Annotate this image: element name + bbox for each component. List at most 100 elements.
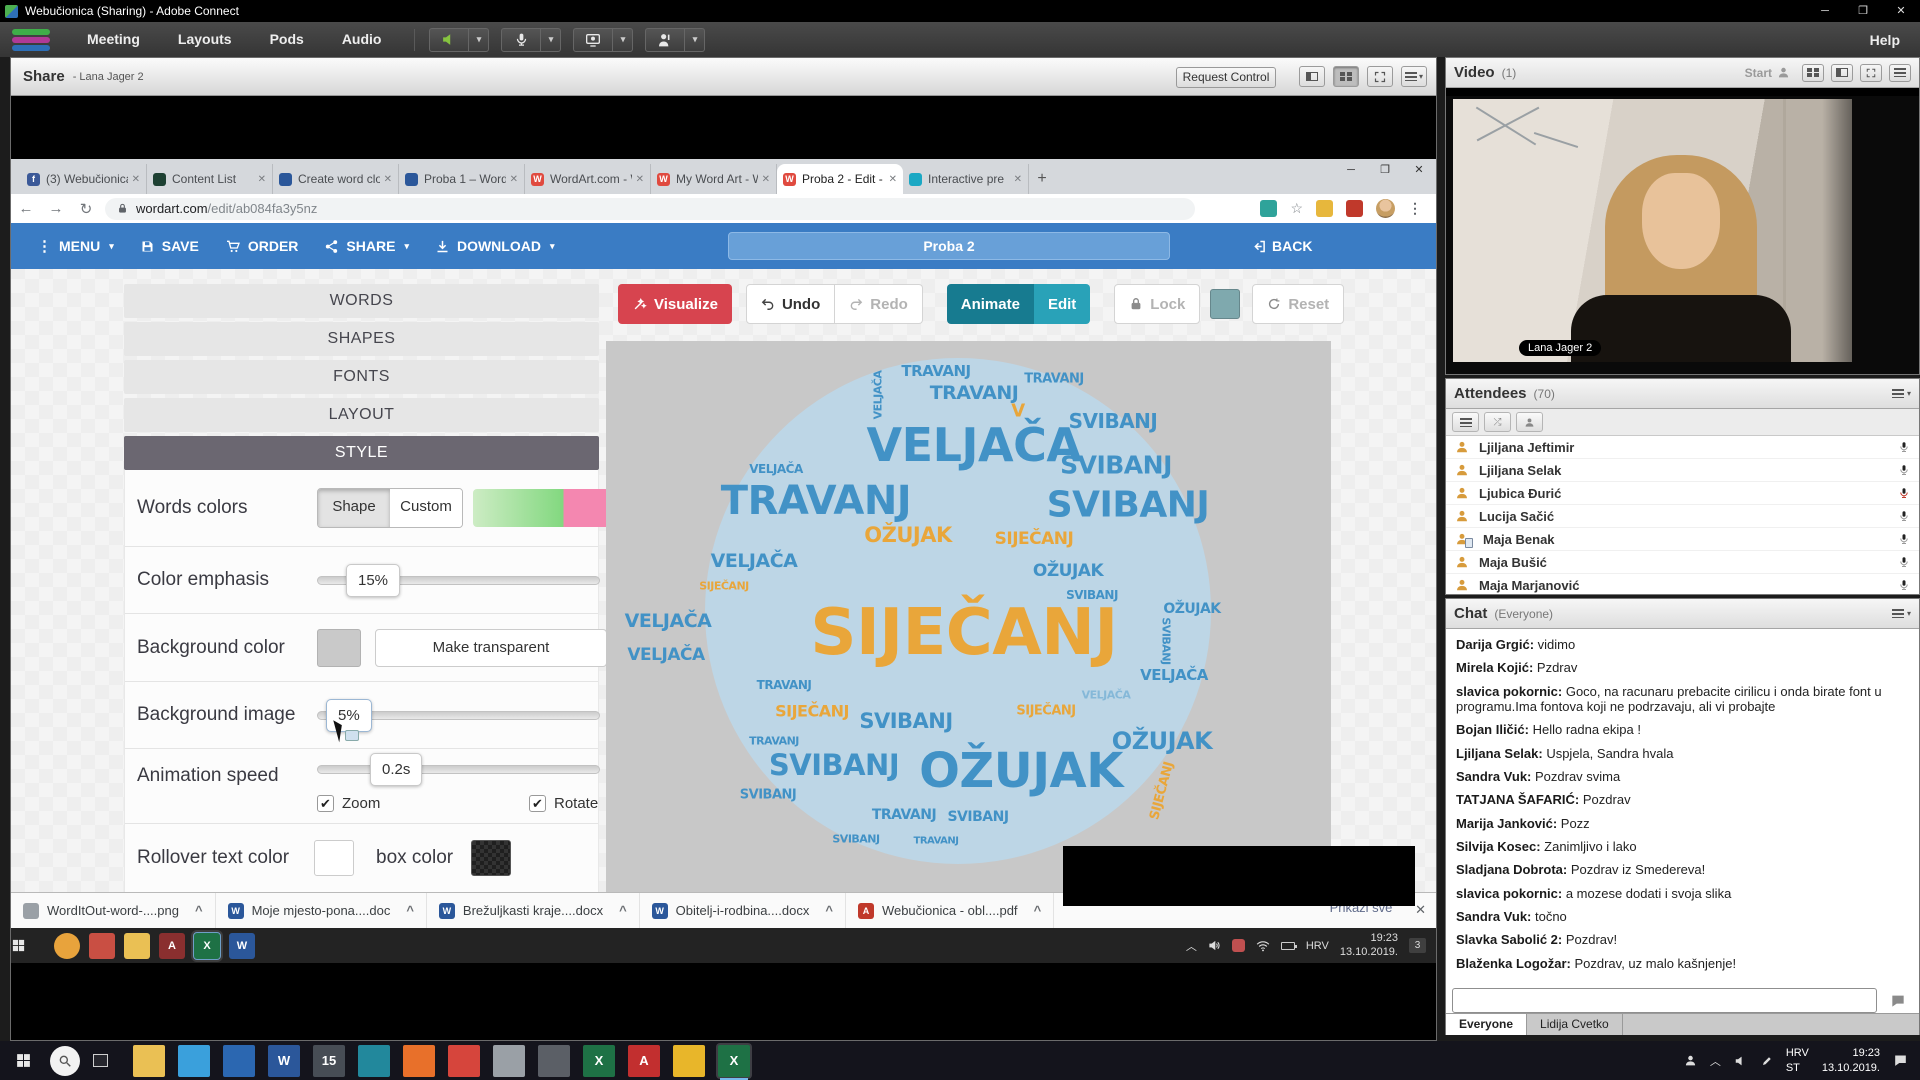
browser-restore-button[interactable]: ❐ — [1368, 159, 1402, 181]
redo-button[interactable]: Redo — [835, 284, 923, 324]
photos-shared-taskbar-icon[interactable] — [89, 933, 115, 959]
attendee-row[interactable]: Maja Marjanović — [1446, 574, 1919, 594]
app-teal-taskbar-icon[interactable] — [358, 1045, 390, 1077]
shared-tray-app-icon[interactable] — [1232, 939, 1245, 952]
downloads-bar-close-icon[interactable]: ✕ — [1415, 902, 1426, 918]
attendee-row[interactable]: Ljiljana Selak — [1446, 459, 1919, 482]
excel-active-taskbar-icon[interactable]: X — [718, 1045, 750, 1077]
taskbar-clock[interactable]: 19:23 13.10.2019. — [1822, 1046, 1880, 1075]
download-item[interactable]: WMoje mjesto-pona....doc^ — [216, 893, 427, 928]
tab-shapes[interactable]: SHAPES — [124, 322, 599, 356]
forward-icon[interactable]: → — [41, 200, 71, 217]
bookmark-star-icon[interactable]: ☆ — [1290, 200, 1303, 217]
chrome-taskbar-icon[interactable] — [673, 1045, 705, 1077]
attendee-mic-icon[interactable] — [1898, 556, 1910, 568]
menu-audio[interactable]: Audio — [323, 22, 401, 57]
download-item[interactable]: WBrežuljkasti kraje....docx^ — [427, 893, 640, 928]
zoom-checkbox[interactable]: ✔ Zoom — [317, 795, 380, 812]
attendee-mic-muted-icon[interactable] — [1898, 487, 1910, 499]
word-taskbar-icon[interactable]: W — [268, 1045, 300, 1077]
video-grid-icon[interactable] — [1802, 64, 1824, 82]
password-key-icon[interactable] — [1316, 200, 1333, 217]
task-view-button[interactable] — [80, 1054, 120, 1067]
excel-taskbar-icon[interactable]: X — [583, 1045, 615, 1077]
edit-button[interactable]: Edit — [1034, 284, 1090, 324]
browser-menu-icon[interactable]: ⋮ — [1408, 200, 1422, 217]
opera-taskbar-icon[interactable] — [448, 1045, 480, 1077]
reset-button[interactable]: Reset — [1252, 284, 1344, 324]
attendee-breakout-icon[interactable]: ⤮ — [1484, 412, 1511, 432]
menu-pods[interactable]: Pods — [251, 22, 323, 57]
browser-tab[interactable]: WProba 2 - Edit - W✕ — [777, 164, 903, 194]
color-emphasis-slider[interactable]: 15% — [317, 576, 600, 585]
browser-profile-avatar[interactable] — [1376, 199, 1395, 218]
new-tab-button[interactable]: + — [1029, 166, 1055, 192]
menu-layouts[interactable]: Layouts — [159, 22, 251, 57]
raise-hand-dropdown[interactable]: ▾ — [685, 28, 705, 52]
attendee-row[interactable]: Maja Bušić — [1446, 551, 1919, 574]
attendee-mic-icon[interactable] — [1898, 441, 1910, 453]
shared-tray-chevron-icon[interactable]: ︿ — [1186, 938, 1197, 954]
window-minimize-button[interactable]: ─ — [1806, 0, 1844, 22]
project-title-field[interactable]: Proba 2 — [728, 232, 1170, 260]
webcam-dropdown[interactable]: ▾ — [613, 28, 633, 52]
acrobat-shared-taskbar-icon[interactable]: A — [159, 933, 185, 959]
tab-close-icon[interactable]: ✕ — [132, 174, 140, 185]
acrobat-taskbar-icon[interactable]: A — [628, 1045, 660, 1077]
download-chevron-icon[interactable]: ^ — [825, 903, 833, 918]
attendee-list-view-icon[interactable] — [1452, 412, 1479, 432]
file-explorer-shared-taskbar-icon[interactable] — [124, 933, 150, 959]
tab-close-icon[interactable]: ✕ — [762, 174, 770, 185]
tray-pen-icon[interactable] — [1761, 1055, 1773, 1067]
browser-tab[interactable]: f(3) Webučionica✕ — [21, 164, 147, 194]
tab-fonts[interactable]: FONTS — [124, 360, 599, 394]
browser-close-button[interactable]: ✕ — [1402, 159, 1436, 181]
attendee-status-view-icon[interactable] — [1516, 412, 1543, 432]
back-icon[interactable]: ← — [11, 200, 41, 217]
edge-taskbar-icon[interactable] — [178, 1045, 210, 1077]
chrome-shared-taskbar-icon[interactable] — [54, 933, 80, 959]
animate-button[interactable]: Animate — [947, 284, 1034, 324]
attendee-row[interactable]: Maja Benak — [1446, 528, 1919, 551]
attendee-row[interactable]: Ljubica Đurić — [1446, 482, 1919, 505]
video-fullscreen-icon[interactable] — [1860, 64, 1882, 82]
app-dark-taskbar-icon[interactable] — [538, 1045, 570, 1077]
rollover-text-color-swatch[interactable] — [314, 840, 354, 876]
shared-taskbar-clock[interactable]: 19:23 13.10.2019. — [1340, 932, 1398, 960]
webcam-button[interactable] — [573, 28, 613, 52]
tab-close-icon[interactable]: ✕ — [258, 174, 266, 185]
taskbar-language[interactable]: HRV ST — [1786, 1046, 1809, 1075]
browser-tab[interactable]: Proba 1 – Word cl✕ — [399, 164, 525, 194]
raise-hand-button[interactable] — [645, 28, 685, 52]
help-link[interactable]: Help — [1870, 32, 1920, 48]
wordart-save-button[interactable]: SAVE — [140, 238, 199, 254]
file-explorer-taskbar-icon[interactable] — [133, 1045, 165, 1077]
background-image-slider[interactable]: 5% — [317, 711, 600, 720]
shared-tray-battery-icon[interactable] — [1281, 942, 1295, 950]
canvas-color-swatch[interactable] — [1210, 289, 1240, 319]
fullscreen-icon[interactable] — [1367, 66, 1393, 87]
search-button[interactable] — [50, 1046, 80, 1076]
wordart-download-button[interactable]: DOWNLOAD▾ — [435, 238, 555, 254]
microphone-dropdown[interactable]: ▾ — [541, 28, 561, 52]
app-grey-taskbar-icon[interactable] — [493, 1045, 525, 1077]
undo-button[interactable]: Undo — [746, 284, 835, 324]
tab-style[interactable]: STYLE — [124, 436, 599, 470]
tab-close-icon[interactable]: ✕ — [1014, 174, 1022, 185]
browser-tab[interactable]: WMy Word Art - W✕ — [651, 164, 777, 194]
chat-pod-menu-icon[interactable]: ▾ — [1892, 609, 1911, 618]
chat-input[interactable] — [1452, 988, 1877, 1013]
speaker-dropdown[interactable]: ▾ — [469, 28, 489, 52]
browser-tab[interactable]: Interactive pre✕ — [903, 164, 1029, 194]
box-color-swatch[interactable] — [471, 840, 511, 876]
start-button[interactable] — [0, 1052, 46, 1069]
firefox-taskbar-icon[interactable] — [403, 1045, 435, 1077]
browser-tab[interactable]: Content List✕ — [147, 164, 273, 194]
pod-layout-icon[interactable] — [1299, 66, 1325, 87]
download-chevron-icon[interactable]: ^ — [406, 903, 414, 918]
tray-mute-icon[interactable] — [1734, 1054, 1748, 1068]
attendee-mic-icon[interactable] — [1898, 464, 1910, 476]
pod-grid-icon[interactable] — [1333, 66, 1359, 87]
wordart-order-button[interactable]: ORDER — [225, 238, 299, 254]
tab-close-icon[interactable]: ✕ — [636, 174, 644, 185]
